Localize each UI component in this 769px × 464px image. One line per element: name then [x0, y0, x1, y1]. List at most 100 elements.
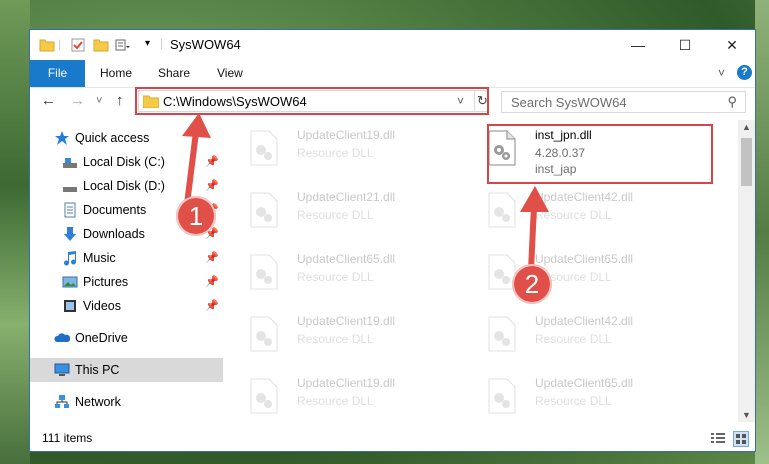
properties-icon[interactable]: [70, 37, 86, 53]
callout-2: 2: [512, 264, 552, 304]
star-icon: [55, 131, 69, 145]
item-count: 111 items: [42, 431, 93, 445]
file-type: Resource DLL: [297, 208, 374, 222]
sidebar-item-label: This PC: [75, 363, 120, 377]
onedrive-icon: [54, 333, 70, 342]
file-name: UpdateClient42.dll: [535, 190, 634, 204]
pictures-icon: [62, 276, 78, 288]
sidebar-item-label: Downloads: [83, 227, 145, 241]
dll-file-icon: [488, 316, 516, 352]
large-icons-view-icon[interactable]: [733, 431, 749, 447]
file-type: Resource DLL: [297, 394, 374, 408]
list-item[interactable]: UpdateClient65.dll Resource DLL: [464, 372, 694, 418]
sidebar-item-label: Documents: [83, 203, 147, 217]
list-item[interactable]: UpdateClient21.dll Resource DLL: [226, 186, 456, 242]
address-row: ← → ˅ ↑ C:\Windows\SysWOW64 ˅ ↻ Search S…: [30, 87, 755, 117]
drive-icon: [63, 158, 77, 168]
callout-1: 1: [176, 196, 216, 236]
list-item[interactable]: UpdateClient65.dll Resource DLL: [464, 248, 694, 304]
tab-view[interactable]: View: [217, 60, 243, 87]
dll-file-icon: [250, 192, 278, 228]
sidebar-item-pictures[interactable]: Pictures 📌: [30, 270, 223, 294]
list-item[interactable]: UpdateClient19.dll Resource DLL: [226, 372, 456, 418]
maximize-button[interactable]: ☐: [662, 30, 708, 60]
navigation-pane: Quick access Local Disk (C:) 📌 Local Dis…: [30, 120, 223, 416]
status-bar: 111 items: [30, 425, 755, 451]
window-title: SysWOW64: [170, 37, 241, 52]
file-type: Resource DLL: [535, 208, 612, 222]
file-type: Resource DLL: [535, 332, 612, 346]
file-name: UpdateClient21.dll: [297, 190, 396, 204]
sidebar-item-onedrive[interactable]: OneDrive: [30, 326, 223, 350]
up-button[interactable]: ↑: [116, 93, 124, 109]
file-name: UpdateClient19.dll: [297, 314, 396, 328]
pin-icon[interactable]: 📌: [205, 275, 219, 288]
downloads-icon: [64, 227, 76, 241]
sidebar-item-videos[interactable]: Videos 📌: [30, 294, 223, 318]
desktop-background-left: [0, 0, 30, 464]
sidebar-item-label: Network: [75, 395, 121, 409]
dll-file-icon: [250, 316, 278, 352]
recent-locations-button[interactable]: ˅: [96, 93, 102, 109]
sidebar-item-label: Local Disk (C:): [83, 155, 165, 169]
scrollbar-thumb[interactable]: [741, 138, 752, 186]
tab-file[interactable]: File: [30, 60, 85, 87]
folder-icon: [39, 39, 55, 52]
sidebar-item-local-disk-d[interactable]: Local Disk (D:) 📌: [30, 174, 223, 198]
close-button[interactable]: ✕: [709, 30, 755, 60]
sidebar-item-this-pc[interactable]: This PC: [30, 358, 223, 382]
list-item[interactable]: UpdateClient65.dll Resource DLL: [226, 248, 456, 304]
pin-icon[interactable]: 📌: [205, 299, 219, 312]
sidebar-item-label: Local Disk (D:): [83, 179, 165, 193]
new-folder-icon[interactable]: [93, 37, 109, 53]
quick-access-dropdown-icon[interactable]: ▾: [145, 38, 150, 49]
videos-icon: [64, 300, 76, 312]
file-type: Resource DLL: [297, 332, 374, 346]
file-name: UpdateClient65.dll: [535, 376, 634, 390]
file-name: UpdateClient19.dll: [297, 376, 396, 390]
network-icon: [55, 395, 69, 408]
search-icon[interactable]: ⚲: [727, 94, 737, 110]
minimize-button[interactable]: —: [615, 30, 661, 60]
list-item[interactable]: UpdateClient19.dll Resource DLL: [226, 124, 456, 180]
file-type: Resource DLL: [297, 146, 374, 160]
forward-button[interactable]: →: [70, 93, 85, 109]
drive-icon: [63, 187, 77, 192]
expand-ribbon-icon[interactable]: ˅: [718, 66, 725, 80]
ribbon-tabs: File Home Share View ˅ ?: [30, 60, 755, 88]
explorer-window: | ▾ | SysWOW64 — ☐ ✕ File Home Share Vie…: [29, 29, 756, 452]
pin-icon[interactable]: 📌: [205, 155, 219, 168]
tab-share[interactable]: Share: [158, 60, 190, 87]
search-input[interactable]: Search SysWOW64 ⚲: [501, 91, 746, 113]
list-item[interactable]: UpdateClient42.dll Resource DLL: [464, 310, 694, 366]
scroll-up-icon[interactable]: ▲: [742, 122, 751, 132]
sidebar-item-music[interactable]: Music 📌: [30, 246, 223, 270]
address-highlight-box: [135, 87, 489, 115]
file-type: Resource DLL: [297, 270, 374, 284]
help-icon[interactable]: ?: [737, 65, 752, 80]
file-name: UpdateClient65.dll: [535, 252, 634, 266]
scroll-down-icon[interactable]: ▼: [742, 410, 751, 420]
sidebar-item-local-disk-c[interactable]: Local Disk (C:) 📌: [30, 150, 223, 174]
pc-icon: [54, 363, 70, 376]
music-icon: [64, 251, 76, 266]
list-item[interactable]: UpdateClient42.dll Resource DLL: [464, 186, 694, 242]
file-highlight-box: [487, 124, 713, 184]
documents-icon: [64, 202, 76, 218]
pin-icon[interactable]: 📌: [205, 251, 219, 264]
vertical-scrollbar[interactable]: ▲ ▼: [738, 120, 755, 422]
dll-file-icon: [250, 130, 278, 166]
sidebar-item-label: Pictures: [83, 275, 129, 289]
pin-icon[interactable]: 📌: [205, 179, 219, 192]
sidebar-item-network[interactable]: Network: [30, 390, 223, 414]
list-item[interactable]: UpdateClient19.dll Resource DLL: [226, 310, 456, 366]
sidebar-item-quick-access[interactable]: Quick access: [30, 126, 223, 150]
back-button[interactable]: ←: [41, 93, 56, 109]
dll-file-icon: [488, 378, 516, 414]
details-view-icon[interactable]: [711, 432, 725, 444]
file-name: UpdateClient42.dll: [535, 314, 634, 328]
sidebar-item-label: OneDrive: [75, 331, 128, 345]
customize-toolbar-icon[interactable]: [114, 37, 130, 53]
title-separator-2: |: [160, 36, 164, 50]
tab-home[interactable]: Home: [100, 60, 132, 87]
